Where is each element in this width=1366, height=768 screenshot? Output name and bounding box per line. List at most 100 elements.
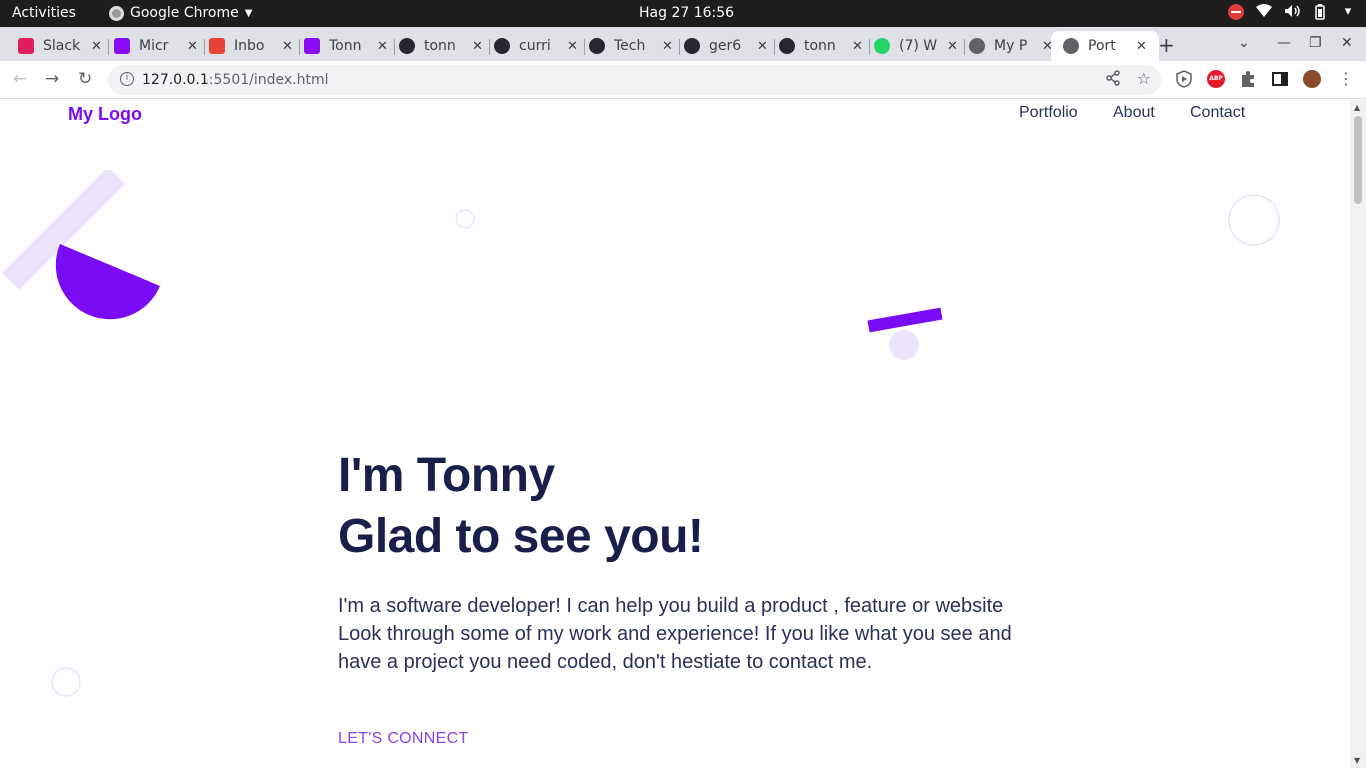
tab-close-icon[interactable]: ✕	[1136, 39, 1147, 54]
site-info-icon[interactable]: i	[120, 72, 134, 86]
app-menu[interactable]: Google Chrome ▼	[109, 5, 252, 21]
shield-extension-icon[interactable]	[1176, 70, 1194, 88]
decorative-shapes-left	[2, 170, 161, 320]
bookmark-star-icon[interactable]: ☆	[1137, 69, 1151, 88]
new-tab-icon[interactable]: +	[1158, 33, 1175, 57]
tab-favicon-icon	[399, 38, 415, 54]
activities-button[interactable]: Activities	[12, 5, 76, 21]
half-circle-shape	[55, 244, 161, 320]
browser-tab[interactable]: Slack ✕	[18, 31, 109, 61]
tab-separator	[393, 39, 395, 55]
share-icon[interactable]	[1105, 70, 1121, 90]
power-menu-icon[interactable]: ▾	[1340, 4, 1356, 20]
system-tray[interactable]: ▾	[1228, 4, 1356, 20]
tab-favicon-icon	[589, 38, 605, 54]
tab-title: My P	[994, 38, 1028, 54]
large-circle-outline	[1228, 194, 1280, 246]
minimize-icon[interactable]: —	[1277, 35, 1291, 51]
app-name: Google Chrome	[130, 5, 239, 21]
scroll-down-icon[interactable]: ▼	[1354, 756, 1360, 765]
tab-close-icon[interactable]: ✕	[377, 39, 388, 54]
back-arrow-icon[interactable]: ←	[13, 69, 27, 89]
tab-favicon-icon	[874, 38, 890, 54]
tab-close-icon[interactable]: ✕	[757, 39, 768, 54]
tab-close-icon[interactable]: ✕	[662, 39, 673, 54]
chrome-menu-icon[interactable]: ⋮	[1338, 70, 1356, 88]
tab-close-icon[interactable]: ✕	[472, 39, 483, 54]
tab-close-icon[interactable]: ✕	[947, 39, 958, 54]
browser-tab[interactable]: My P ✕	[969, 31, 1060, 61]
tab-title: Port	[1088, 38, 1116, 54]
forward-arrow-icon[interactable]: →	[45, 69, 59, 89]
tab-title: tonn	[804, 38, 836, 54]
tab-close-icon[interactable]: ✕	[187, 39, 198, 54]
nav-link-portfolio[interactable]: Portfolio	[1019, 104, 1078, 122]
tab-separator	[298, 39, 300, 55]
do-not-disturb-icon[interactable]	[1228, 4, 1244, 20]
tab-favicon-icon	[969, 38, 985, 54]
lets-connect-link[interactable]: LET'S CONNECT	[338, 730, 469, 748]
tab-favicon-icon	[304, 38, 320, 54]
tab-favicon-icon	[1063, 38, 1079, 54]
browser-tab[interactable]: tonn ✕	[779, 31, 870, 61]
browser-tab[interactable]: curri ✕	[494, 31, 585, 61]
browser-tab[interactable]: Port ✕	[1051, 31, 1159, 61]
tab-title: Tech	[614, 38, 646, 54]
extensions-puzzle-icon[interactable]	[1239, 70, 1257, 88]
nav-link-about[interactable]: About	[1113, 104, 1155, 122]
tab-separator	[678, 39, 680, 55]
tab-title: Inbo	[234, 38, 265, 54]
browser-tab[interactable]: Tech ✕	[589, 31, 680, 61]
volume-icon[interactable]	[1284, 4, 1300, 20]
chrome-icon	[109, 5, 124, 21]
purple-bar-shape	[867, 307, 943, 333]
hero-intro-text: I'm a software developer! I can help you…	[338, 595, 1012, 673]
light-dot-shape	[889, 330, 919, 360]
tab-search-icon[interactable]: ⌄	[1238, 35, 1250, 51]
battery-icon[interactable]	[1312, 4, 1328, 20]
site-logo[interactable]: My Logo	[68, 104, 142, 125]
clock[interactable]: Hag 27 16:56	[639, 5, 734, 21]
browser-toolbar: ← → ↻ i 127.0.0.1:5501/index.html ☆	[0, 61, 1366, 99]
address-bar[interactable]: i 127.0.0.1:5501/index.html ☆	[108, 65, 1161, 95]
side-panel-icon[interactable]	[1271, 70, 1289, 88]
browser-tab[interactable]: Micr ✕	[114, 31, 205, 61]
tab-title: (7) W	[899, 38, 938, 54]
small-circle-outline	[455, 209, 475, 229]
tab-close-icon[interactable]: ✕	[91, 39, 102, 54]
web-page: My Logo Portfolio About Contact I'm Tonn…	[0, 100, 1350, 768]
tab-separator	[203, 39, 205, 55]
tab-title: curri	[519, 38, 551, 54]
tab-title: tonn	[424, 38, 456, 54]
tab-separator	[488, 39, 490, 55]
tab-favicon-icon	[18, 38, 34, 54]
browser-tab[interactable]: ger6 ✕	[684, 31, 775, 61]
tab-separator	[773, 39, 775, 55]
browser-tab[interactable]: tonn ✕	[399, 31, 490, 61]
close-window-icon[interactable]: ✕	[1341, 35, 1353, 51]
reload-icon[interactable]: ↻	[78, 69, 92, 89]
caret-down-icon: ▼	[244, 7, 253, 19]
system-top-bar: Activities Google Chrome ▼ Hag 27 16:56 …	[0, 0, 1366, 27]
browser-tab[interactable]: Inbo ✕	[209, 31, 300, 61]
tab-close-icon[interactable]: ✕	[852, 39, 863, 54]
tab-favicon-icon	[494, 38, 510, 54]
page-scrollbar[interactable]: ▲ ▼	[1350, 100, 1366, 768]
hero-heading-line1: I'm Tonny	[338, 449, 555, 502]
scroll-up-icon[interactable]: ▲	[1354, 103, 1360, 112]
tab-close-icon[interactable]: ✕	[282, 39, 293, 54]
tab-favicon-icon	[209, 38, 225, 54]
nav-link-contact[interactable]: Contact	[1190, 104, 1245, 122]
profile-avatar[interactable]	[1303, 70, 1321, 88]
scrollbar-thumb[interactable]	[1354, 116, 1362, 204]
tab-separator	[868, 39, 870, 55]
restore-icon[interactable]: ❐	[1309, 35, 1322, 51]
wifi-icon[interactable]	[1256, 4, 1272, 20]
url-text[interactable]: 127.0.0.1:5501/index.html	[142, 72, 329, 88]
tab-separator	[107, 39, 109, 55]
browser-tab[interactable]: (7) W ✕	[874, 31, 965, 61]
tab-title: ger6	[709, 38, 742, 54]
adblock-plus-icon[interactable]: ABP	[1207, 70, 1225, 88]
tab-close-icon[interactable]: ✕	[567, 39, 578, 54]
browser-tab[interactable]: Tonn ✕	[304, 31, 395, 61]
